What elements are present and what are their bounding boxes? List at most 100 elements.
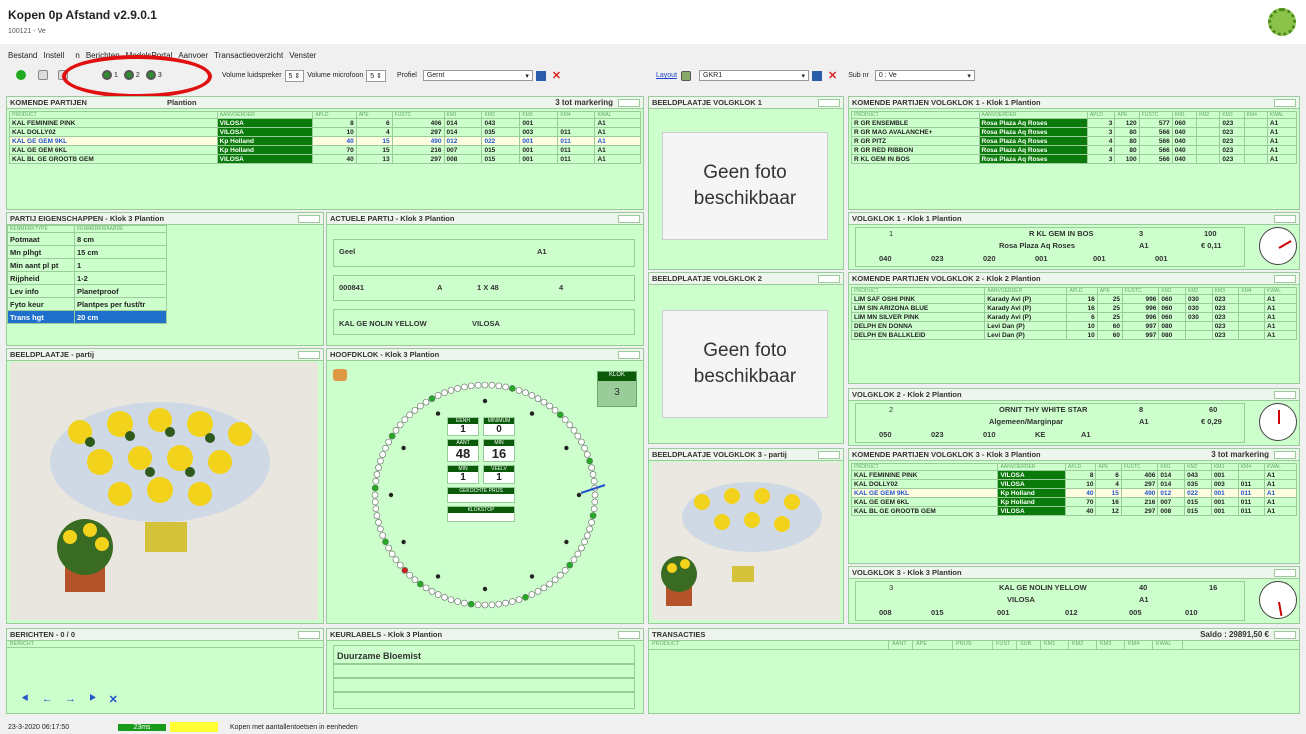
col-header[interactable]: KM3 xyxy=(1211,287,1240,295)
menu-instellingen[interactable]: Instell n xyxy=(43,51,79,60)
col-header[interactable]: AANVOERDER xyxy=(978,111,1088,119)
panel-buttons[interactable] xyxy=(1274,275,1296,283)
panel-buttons[interactable] xyxy=(618,351,640,359)
col-header[interactable]: PRIJS xyxy=(953,641,993,649)
col-header[interactable]: PRODUCT xyxy=(850,463,999,471)
save-profile-icon[interactable] xyxy=(535,70,546,81)
col-header[interactable]: AANT xyxy=(889,641,913,649)
panel-buttons[interactable] xyxy=(1274,569,1296,577)
col-header[interactable]: FUSTC xyxy=(1138,111,1173,119)
col-header[interactable]: APE xyxy=(1095,463,1122,471)
col-header[interactable]: KM4 xyxy=(557,111,596,119)
panel-buttons[interactable] xyxy=(818,451,840,459)
col-header[interactable]: FUSTC xyxy=(1120,463,1159,471)
panel-buttons[interactable] xyxy=(298,631,320,639)
panel-buttons[interactable] xyxy=(1274,99,1296,107)
table-row[interactable]: Min aant pl pt 1 xyxy=(7,258,168,272)
panel-buttons[interactable] xyxy=(818,275,840,283)
col-header[interactable]: KM4 xyxy=(1243,111,1268,119)
col-header[interactable]: APLD xyxy=(1066,287,1098,295)
save-layout-icon[interactable] xyxy=(812,70,823,81)
lock-icon[interactable] xyxy=(681,70,692,81)
delete-profile-icon[interactable]: ✕ xyxy=(552,69,561,82)
table-row[interactable]: KAL GE GEM 9KL Kp Holland 40 15 490 012 022 001… xyxy=(850,488,1298,498)
panel-buttons[interactable] xyxy=(298,351,320,359)
col-header[interactable]: KM3 xyxy=(1097,641,1125,649)
col-header[interactable]: FUSTC xyxy=(391,111,445,119)
col-header[interactable]: KM1 xyxy=(443,111,483,119)
panel-buttons[interactable] xyxy=(618,215,640,223)
table-row[interactable]: LIM SAF OSHI PINK Karady Avi (P) 16 25 996 06… xyxy=(850,294,1297,304)
table-row[interactable]: R GR RED RIBBON Rosa Plaza Aq Roses 4 80 566… xyxy=(851,145,1298,155)
col-header[interactable]: KWAL xyxy=(1264,287,1297,295)
col-header[interactable]: KM3 xyxy=(1219,111,1245,119)
col-header[interactable]: PRODUCT xyxy=(9,111,218,119)
table-row[interactable]: KAL FEMININE PINK VILOSA 8 6 406 014 043 001 A1 xyxy=(850,470,1298,480)
sub-select[interactable]: 0 : Ve ▾ xyxy=(874,70,975,81)
layout-select[interactable]: GKR1 ▾ xyxy=(699,70,810,81)
table-row[interactable]: KAL GE GEM 6KL Kp Holland 70 15 216 007 015 001… xyxy=(9,145,641,155)
panel-buttons[interactable] xyxy=(1274,451,1296,459)
table-row[interactable]: LIM MN SILVER PINK Karady Avi (P) 6 25 996 06… xyxy=(850,312,1297,322)
table-row[interactable]: KAL GE GEM 9KL Kp Holland 40 15 490 012 022 001… xyxy=(9,136,641,146)
col-header[interactable]: KM4 xyxy=(1125,641,1153,649)
col-header[interactable]: PRODUCT xyxy=(850,287,986,295)
panel-buttons[interactable] xyxy=(1274,391,1296,399)
next-icon[interactable]: → xyxy=(65,693,76,706)
col-header[interactable]: KM1 xyxy=(1158,287,1187,295)
col-header[interactable]: KM1 xyxy=(1157,463,1186,471)
col-header[interactable]: KWAL xyxy=(1263,463,1298,471)
col-header[interactable]: FUST xyxy=(993,641,1017,649)
table-row[interactable]: DELPH EN DONNA Levi Dan (P) 10 60 997 080 023 A… xyxy=(850,321,1297,331)
col-header[interactable]: KM4 xyxy=(1237,463,1265,471)
table-row[interactable]: KAL FEMININE PINK VILOSA 8 6 406 014 043 001 A1 xyxy=(9,118,641,128)
table-row[interactable]: KAL DOLLY02 VILOSA 10 4 297 014 035 003 011 A1 xyxy=(850,479,1298,489)
table-row[interactable]: R KL GEM IN BOS Rosa Plaza Aq Roses 3 100 56… xyxy=(851,154,1298,164)
connect-icon[interactable] xyxy=(16,70,26,80)
close-icon[interactable]: ✕ xyxy=(109,693,118,706)
table-row[interactable]: KAL BL GE GROOTB GEM VILOSA 40 13 297 008 015 0… xyxy=(9,154,641,164)
col-header[interactable]: APLD xyxy=(1086,111,1116,119)
col-header[interactable]: KM2 xyxy=(1069,641,1097,649)
table-row[interactable]: R GR PITZ Rosa Plaza Aq Roses 4 80 566 040 023… xyxy=(851,136,1298,146)
col-header[interactable]: KM2 xyxy=(1184,463,1212,471)
panel-buttons[interactable] xyxy=(298,215,320,223)
col-header[interactable]: AANVOERDER xyxy=(984,287,1068,295)
table-row[interactable]: Lev info Planetproof xyxy=(7,284,168,298)
col-header[interactable]: KM3 xyxy=(519,111,559,119)
col-header[interactable]: KWAL xyxy=(1153,641,1183,649)
menu-aanvoer[interactable]: Aanvoer xyxy=(178,51,208,60)
col-header[interactable]: FUSTC xyxy=(1121,287,1160,295)
col-header[interactable]: PRODUCT xyxy=(851,111,980,119)
profile-select[interactable]: Gernt ▾ xyxy=(422,70,533,81)
table-row[interactable]: R GR ENSEMBLE Rosa Plaza Aq Roses 3 120 577 0… xyxy=(851,118,1298,128)
col-header[interactable]: KM3 xyxy=(1210,463,1239,471)
first-icon[interactable]: ⯇ xyxy=(21,693,30,706)
table-row[interactable]: LIM SIN ARIZONA BLUE Karady Avi (P) 16 25 99… xyxy=(850,303,1297,313)
table-row[interactable]: Rijpheid 1-2 xyxy=(7,271,168,285)
col-header[interactable]: APLD xyxy=(312,111,357,119)
prev-icon[interactable]: ← xyxy=(42,693,53,706)
table-row[interactable]: Mn plhgt 15 cm xyxy=(7,245,168,259)
col-header[interactable]: KM2 xyxy=(1185,287,1213,295)
col-header[interactable]: KM1 xyxy=(1041,641,1069,649)
col-header[interactable]: KWAL xyxy=(1266,111,1298,119)
col-header[interactable]: APE xyxy=(1114,111,1140,119)
table-row[interactable]: KAL GE GEM 6KL Kp Holland 70 16 216 007 015 001… xyxy=(850,497,1298,507)
col-header[interactable]: KM2 xyxy=(1195,111,1221,119)
col-header[interactable]: SUB xyxy=(1017,641,1041,649)
panel-buttons[interactable] xyxy=(618,631,640,639)
menu-bestand[interactable]: Bestand xyxy=(8,51,37,60)
volume-speaker-stepper[interactable]: 5 ⇕ xyxy=(284,69,305,82)
gear-icon[interactable] xyxy=(1268,8,1296,36)
keyboard-icon[interactable] xyxy=(38,70,48,80)
table-row[interactable]: KAL BL GE GROOTB GEM VILOSA 40 12 297 008 015 0… xyxy=(850,506,1298,516)
col-header[interactable]: KWAL xyxy=(594,111,641,119)
table-row[interactable]: Trans hgt 20 cm xyxy=(7,310,168,324)
col-header[interactable]: APLD xyxy=(1064,463,1097,471)
delete-layout-icon[interactable]: ✕ xyxy=(828,69,837,82)
col-header[interactable]: APE xyxy=(355,111,393,119)
col-header[interactable]: PRODUCT xyxy=(649,641,889,649)
table-row[interactable]: R GR MAG AVALANCHE+ Rosa Plaza Aq Roses 3 8… xyxy=(851,127,1298,137)
menu-transactie[interactable]: Transactieoverzicht xyxy=(214,51,283,60)
